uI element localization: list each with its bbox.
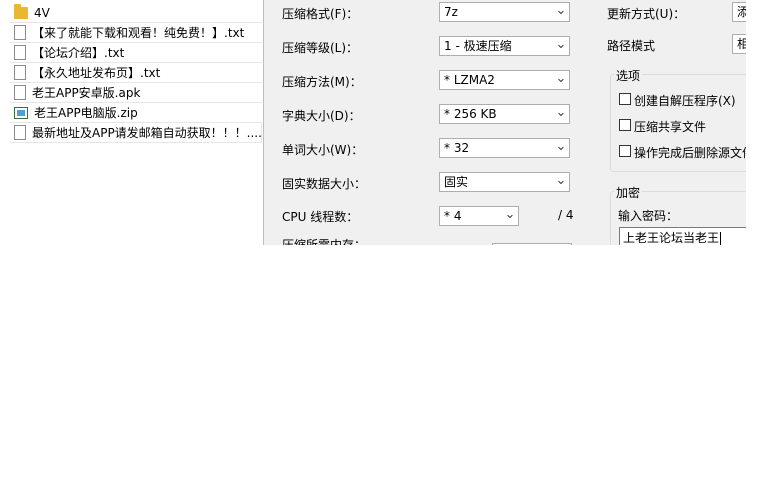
- chevron-down-icon: [552, 37, 569, 55]
- zip-file-icon: [14, 106, 28, 119]
- apk-file-icon: [14, 85, 26, 100]
- word-select[interactable]: * 32: [439, 138, 570, 158]
- format-label: 压缩格式(F)：: [282, 7, 359, 21]
- delete-source-label: 操作完成后删除源文件: [634, 146, 746, 160]
- file-row[interactable]: 最新地址及APP请发邮箱自动获取！！！....: [10, 123, 262, 143]
- file-row[interactable]: 【来了就能下载和观看！纯免费！】.txt: [10, 23, 262, 43]
- file-name: 老王APP电脑版.zip: [34, 106, 138, 120]
- cpu-value: * 4: [444, 209, 462, 223]
- text-caret: [720, 232, 722, 245]
- level-label: 压缩等级(L)：: [282, 41, 359, 55]
- text-file-icon: [14, 65, 26, 80]
- solid-value: 固实: [444, 175, 469, 189]
- path-label: 路径模式: [607, 39, 656, 53]
- chevron-down-icon: [552, 139, 569, 157]
- sfx-checkbox[interactable]: [619, 93, 631, 105]
- solid-label: 固实数据大小：: [282, 177, 367, 191]
- file-row[interactable]: 老王APP安卓版.apk: [10, 83, 262, 103]
- file-list: 4V 【来了就能下载和观看！纯免费！】.txt 【论坛介绍】.txt 【永久地址…: [10, 3, 262, 143]
- update-label: 更新方式(U)：: [607, 7, 686, 21]
- chevron-down-icon: [552, 71, 569, 89]
- cpu-total: / 4: [558, 208, 574, 222]
- chevron-down-icon: [552, 105, 569, 123]
- file-name: 老王APP安卓版.apk: [32, 86, 141, 100]
- file-name: 【永久地址发布页】.txt: [32, 66, 161, 80]
- path-value: 相: [737, 37, 746, 51]
- cpu-label: CPU 线程数：: [282, 210, 359, 224]
- memory-label: 压缩所需内存：: [282, 238, 367, 245]
- options-title: 选项: [614, 67, 643, 84]
- text-file-icon: [14, 125, 26, 140]
- method-value: * LZMA2: [444, 73, 495, 87]
- shared-checkbox[interactable]: [619, 119, 631, 131]
- path-select[interactable]: 相: [732, 34, 746, 54]
- password-label: 输入密码：: [618, 209, 679, 223]
- update-value: 添: [737, 5, 746, 19]
- word-value: * 32: [444, 141, 470, 155]
- method-select[interactable]: * LZMA2: [439, 70, 570, 90]
- chevron-down-icon: [552, 3, 569, 21]
- file-row[interactable]: 老王APP电脑版.zip: [10, 103, 262, 123]
- encrypt-title: 加密: [614, 184, 643, 201]
- chevron-down-icon: [501, 207, 518, 225]
- dict-label: 字典大小(D)：: [282, 109, 361, 123]
- level-value: 1 - 极速压缩: [444, 39, 512, 53]
- solid-select[interactable]: 固实: [439, 172, 570, 192]
- folder-icon: [14, 4, 28, 19]
- file-row[interactable]: 【永久地址发布页】.txt: [10, 63, 262, 83]
- password-value: 上老王论坛当老王: [623, 231, 720, 245]
- update-select[interactable]: 添: [732, 2, 746, 22]
- dict-select[interactable]: * 256 KB: [439, 104, 570, 124]
- file-row-folder[interactable]: 4V: [10, 3, 262, 23]
- password-input[interactable]: 上老王论坛当老王: [619, 227, 746, 245]
- cpu-select[interactable]: * 4: [439, 206, 519, 226]
- file-name: 【来了就能下载和观看！纯免费！】.txt: [32, 26, 245, 40]
- word-label: 单词大小(W)：: [282, 143, 364, 157]
- dict-value: * 256 KB: [444, 107, 497, 121]
- file-row[interactable]: 【论坛介绍】.txt: [10, 43, 262, 63]
- shared-label: 压缩共享文件: [634, 120, 707, 134]
- format-value: 7z: [444, 5, 458, 19]
- format-select[interactable]: 7z: [439, 2, 570, 22]
- compression-dialog: 压缩格式(F)： 7z 压缩等级(L)： 1 - 极速压缩 压缩方法(M)： *…: [263, 0, 746, 245]
- method-label: 压缩方法(M)：: [282, 75, 362, 89]
- text-file-icon: [14, 45, 26, 60]
- file-name: 最新地址及APP请发邮箱自动获取！！！....: [32, 126, 262, 140]
- sfx-label: 创建自解压程序(X): [634, 94, 736, 108]
- level-select[interactable]: 1 - 极速压缩: [439, 36, 570, 56]
- chevron-down-icon: [552, 173, 569, 191]
- file-name: 【论坛介绍】.txt: [32, 46, 125, 60]
- file-name: 4V: [34, 5, 50, 20]
- delete-source-checkbox[interactable]: [619, 145, 631, 157]
- memory-field: [492, 243, 572, 245]
- text-file-icon: [14, 25, 26, 40]
